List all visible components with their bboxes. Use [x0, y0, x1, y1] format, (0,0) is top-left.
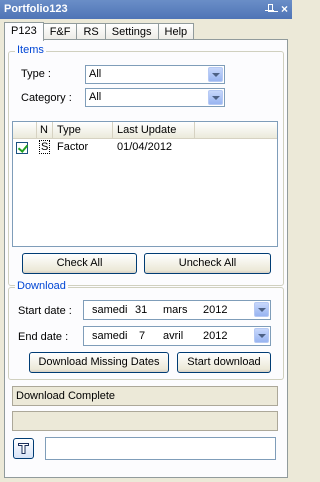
- column-check[interactable]: [13, 122, 37, 139]
- start-day-name: samedi: [92, 304, 128, 316]
- chevron-down-icon[interactable]: [208, 90, 223, 105]
- check-all-button[interactable]: Check All: [22, 253, 137, 274]
- chevron-down-icon[interactable]: [208, 67, 223, 82]
- start-date-label: Start date :: [18, 305, 72, 317]
- tab-p123[interactable]: P123: [4, 22, 44, 41]
- start-day: 31: [135, 304, 148, 316]
- type-select-value: All: [89, 68, 102, 80]
- type-label: Type :: [21, 68, 51, 80]
- row-checkbox[interactable]: [16, 142, 28, 154]
- tab-settings[interactable]: Settings: [104, 23, 159, 40]
- end-month: avril: [163, 330, 184, 342]
- uncheck-all-button[interactable]: Uncheck All: [144, 253, 271, 274]
- download-legend: Download: [15, 280, 68, 292]
- window-titlebar: Portfolio123 ×: [0, 0, 292, 19]
- start-month: mars: [163, 304, 188, 316]
- tab-rs[interactable]: RS: [76, 23, 106, 40]
- status-secondary: [12, 411, 278, 431]
- download-missing-dates-button[interactable]: Download Missing Dates: [29, 352, 169, 373]
- end-date-picker[interactable]: samedi 7 avril 2012: [83, 326, 271, 346]
- start-date-picker[interactable]: samedi 31 mars 2012: [83, 300, 271, 320]
- tab-strip: P123 F&F RS Settings Help: [4, 22, 195, 41]
- close-icon[interactable]: ×: [281, 0, 288, 19]
- start-download-button[interactable]: Start download: [177, 352, 271, 373]
- tab-help[interactable]: Help: [157, 23, 195, 40]
- status-message: Download Complete: [12, 386, 278, 406]
- items-legend: Items: [15, 44, 46, 56]
- category-select[interactable]: All: [85, 88, 225, 107]
- end-date-label: End date :: [18, 331, 69, 343]
- start-year: 2012: [203, 304, 228, 316]
- column-last-update[interactable]: Last Update: [113, 122, 195, 139]
- row-type: Factor: [57, 141, 89, 153]
- window-title: Portfolio123: [4, 3, 68, 15]
- chevron-down-icon[interactable]: [254, 328, 269, 343]
- column-type[interactable]: Type: [53, 122, 113, 139]
- end-day: 7: [139, 330, 146, 342]
- chevron-down-icon[interactable]: [254, 302, 269, 317]
- category-select-value: All: [89, 91, 102, 103]
- tab-panel-p123: Items Type : All Category : All N Type L…: [4, 39, 288, 478]
- funnel-icon: [18, 443, 29, 454]
- end-day-name: samedi: [92, 330, 128, 342]
- download-group: Download Start date : samedi 31 mars 201…: [8, 280, 284, 380]
- row-last-update: 01/04/2012: [117, 141, 173, 153]
- type-select[interactable]: All: [85, 65, 225, 84]
- category-label: Category :: [21, 92, 72, 104]
- listview-header: N Type Last Update: [13, 122, 277, 139]
- row-n: S: [39, 140, 51, 154]
- pin-icon[interactable]: [264, 4, 274, 15]
- search-input[interactable]: [45, 437, 276, 460]
- items-listview[interactable]: N Type Last Update S Factor 01/04/2012: [12, 121, 278, 247]
- table-row[interactable]: S Factor 01/04/2012: [13, 140, 277, 156]
- tab-ff[interactable]: F&F: [42, 23, 78, 40]
- items-group: Items Type : All Category : All N Type L…: [8, 44, 284, 286]
- column-n[interactable]: N: [37, 122, 53, 139]
- filter-button[interactable]: [13, 438, 34, 459]
- end-year: 2012: [203, 330, 228, 342]
